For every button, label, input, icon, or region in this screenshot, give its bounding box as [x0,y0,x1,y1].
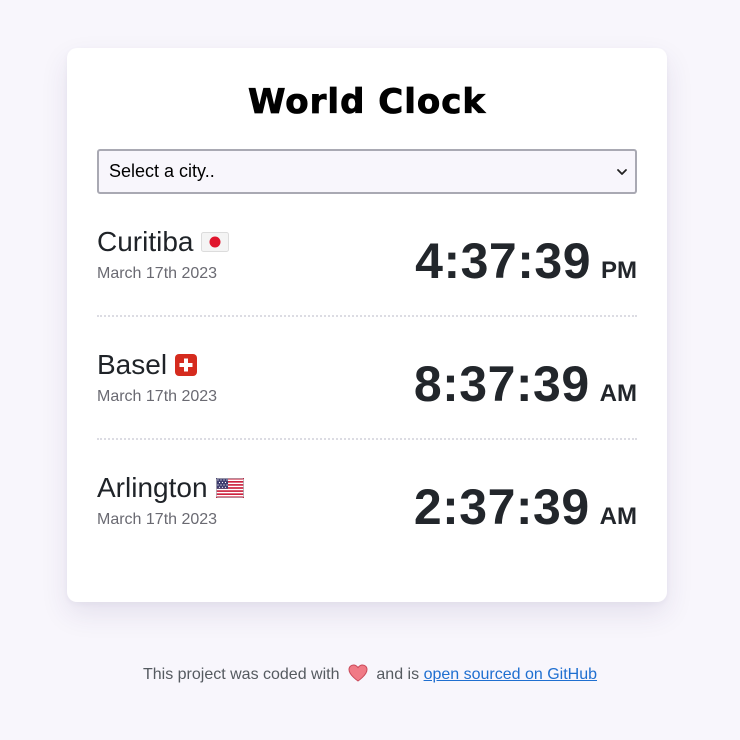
time-value: 2:37:39 [413,479,590,535]
japan-flag-icon [201,231,230,252]
city-select-value: Select a city.. [109,161,215,181]
city-name: Basel [97,349,168,380]
city-row: Arlington March 17th 2023 2:37:39 AM [97,440,637,563]
city-name: Arlington [97,472,208,503]
city-date: March 17th 2023 [97,388,218,405]
switzerland-flag-icon [175,353,198,376]
heart-icon [348,664,368,682]
world-clock-card: World Clock Select a city.. Curitiba Mar… [67,48,667,602]
time-ampm: AM [599,503,637,530]
page-title: World Clock [248,82,486,123]
footer-prefix: This project was coded with [142,666,340,683]
city-name: Curitiba [97,226,194,257]
city-time: 2:37:39 AM [414,478,637,536]
city-time: 4:37:39 PM [415,232,637,290]
time-value: 4:37:39 [415,233,591,289]
city-date: March 17th 2023 [97,511,218,528]
city-time: 8:37:39 AM [414,355,637,413]
chevron-down-icon [617,169,627,175]
time-ampm: PM [601,257,637,284]
time-ampm: AM [599,380,637,407]
city-date: March 17th 2023 [97,265,218,282]
footer-middle: and is [376,666,420,683]
city-select[interactable]: Select a city.. [97,149,637,194]
city-row: Basel March 17th 2023 8:37:39 AM [97,317,637,440]
footer: This project was coded with and is open … [0,664,740,684]
time-value: 8:37:39 [413,356,590,412]
github-link[interactable]: open sourced on GitHub [424,666,597,683]
usa-flag-icon [215,477,244,498]
city-row: Curitiba March 17th 2023 4:37:39 PM [97,194,637,317]
